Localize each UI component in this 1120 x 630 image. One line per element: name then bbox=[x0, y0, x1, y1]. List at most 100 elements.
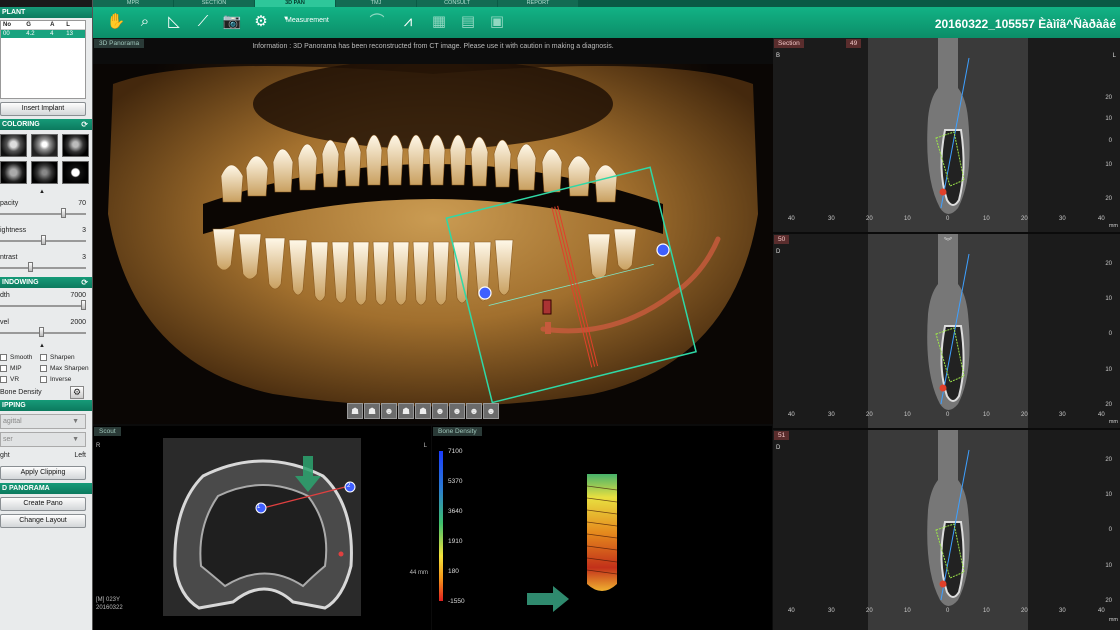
contrast-slider[interactable]: ntrast 3 bbox=[0, 250, 92, 277]
color-preset-5[interactable] bbox=[31, 161, 58, 184]
right-marker: R bbox=[96, 443, 101, 449]
slider-thumb[interactable] bbox=[38, 327, 44, 337]
panorama-view[interactable]: 3D Panorama Information : 3D Panorama ha… bbox=[93, 38, 773, 424]
change-layout-button[interactable]: Change Layout bbox=[0, 514, 86, 528]
slider-thumb[interactable] bbox=[81, 300, 86, 310]
app-window: PLANT No G A L 00 4.2 4 13 Insert Implan… bbox=[0, 0, 1120, 630]
export-icon[interactable]: ▣ bbox=[486, 12, 508, 32]
implant-list[interactable]: No G A L 00 4.2 4 13 bbox=[0, 20, 86, 99]
reset-icon[interactable]: ⟳ bbox=[81, 119, 88, 130]
panoramic-curve-icon[interactable]: ⩘ bbox=[397, 12, 419, 32]
right-option[interactable]: ght bbox=[0, 452, 10, 459]
color-preset-4[interactable] bbox=[0, 161, 27, 184]
opacity-slider[interactable]: pacity 70 bbox=[0, 196, 92, 223]
vr-checkbox[interactable]: VR bbox=[0, 376, 40, 383]
reset-icon[interactable]: ⟳ bbox=[81, 277, 88, 288]
clipping-side: ght Left bbox=[0, 450, 92, 463]
left-option[interactable]: Left bbox=[74, 452, 86, 459]
collapse-arrow-icon[interactable]: ▲ bbox=[0, 188, 84, 196]
tab-mpr[interactable]: MPR bbox=[93, 0, 173, 7]
density-implant-rendering bbox=[527, 474, 618, 612]
preset-view-3-icon[interactable]: ☻ bbox=[381, 403, 397, 419]
brand-strip bbox=[0, 0, 92, 7]
brightness-slider[interactable]: ightness 3 bbox=[0, 223, 92, 250]
section-rendering bbox=[868, 38, 1028, 232]
slider-thumb[interactable] bbox=[60, 208, 66, 218]
measurement-label[interactable]: Measurement bbox=[286, 17, 329, 24]
clipping-mode-select[interactable]: ser ▼ bbox=[0, 432, 86, 447]
section-number: 51 bbox=[774, 431, 790, 440]
preset-view-7-icon[interactable]: ☻ bbox=[449, 403, 465, 419]
preset-view-9-icon[interactable]: ☻ bbox=[483, 403, 499, 419]
preset-view-1-icon[interactable]: ☗ bbox=[347, 403, 363, 419]
apply-clipping-button[interactable]: Apply Clipping bbox=[0, 466, 86, 480]
color-preset-3[interactable] bbox=[62, 134, 89, 157]
panorama-header: D PANORAMA bbox=[0, 483, 92, 494]
curve-icon[interactable]: ⟋ bbox=[192, 12, 214, 32]
marker-2[interactable]: 2 bbox=[347, 483, 350, 489]
gear-icon[interactable]: ⚙ bbox=[70, 386, 84, 399]
tab-report[interactable]: REPORT bbox=[498, 0, 578, 7]
bone-density-view[interactable]: Bone Density 7100 5370 3640 1910 180 -15… bbox=[432, 426, 772, 630]
max-sharpen-checkbox[interactable]: Max Sharpen bbox=[40, 365, 90, 372]
chevron-down-icon: ▼ bbox=[72, 436, 79, 443]
side-marker: D bbox=[776, 249, 781, 255]
patient-meta: [M] 023Y 20160322 bbox=[96, 597, 123, 611]
slider-thumb[interactable] bbox=[40, 235, 46, 245]
col-a: A bbox=[48, 21, 65, 30]
width-slider[interactable]: dth 7000 bbox=[0, 288, 92, 315]
scale-label: 44 mm bbox=[409, 570, 428, 576]
create-pano-button[interactable]: Create Pano bbox=[0, 497, 86, 511]
section-number: 50 bbox=[774, 235, 790, 244]
preset-view-5-icon[interactable]: ☗ bbox=[415, 403, 431, 419]
section-view-1[interactable]: Section 49 B L 20 10 0 10 20 40 30 20 10… bbox=[773, 38, 1120, 232]
color-preset-2[interactable] bbox=[31, 134, 58, 157]
panorama-image bbox=[93, 59, 773, 424]
zoom-icon[interactable]: ⌕ bbox=[134, 12, 156, 32]
chevron-down-icon: ▼ bbox=[72, 418, 79, 425]
tab-tmj[interactable]: TMJ bbox=[336, 0, 416, 7]
angle-icon[interactable]: ◺ bbox=[163, 12, 185, 32]
render-options: Smooth Sharpen MIP Max Sharpen VR Invers… bbox=[0, 350, 92, 386]
slider-thumb[interactable] bbox=[28, 262, 34, 272]
implant-row[interactable]: 00 4.2 4 13 bbox=[1, 29, 85, 38]
preset-view-4-icon[interactable]: ☗ bbox=[398, 403, 414, 419]
section-rendering bbox=[868, 430, 1028, 630]
tab-3d-pan[interactable]: 3D PAN bbox=[255, 0, 335, 7]
color-preset-6[interactable] bbox=[62, 161, 89, 184]
case-id: 20160322_105557 Èàìîã^Ñàðàâé bbox=[934, 17, 1116, 31]
marker-1[interactable]: 1 bbox=[257, 504, 260, 510]
image-icon[interactable]: ▦ bbox=[428, 12, 450, 32]
preset-view-2-icon[interactable]: ☗ bbox=[364, 403, 380, 419]
insert-implant-button[interactable]: Insert Implant bbox=[0, 102, 86, 116]
scout-rendering bbox=[163, 438, 361, 616]
color-preset-1[interactable] bbox=[0, 134, 27, 157]
camera-icon[interactable]: 📷 bbox=[221, 12, 243, 32]
section-rendering: ︾ bbox=[868, 234, 1028, 428]
capture-settings-icon[interactable]: ⚙ bbox=[250, 12, 272, 32]
tab-consult[interactable]: CONSULT bbox=[417, 0, 497, 7]
pano-view-presets: ☗ ☗ ☻ ☗ ☗ ☻ ☻ ☻ ☻ bbox=[347, 403, 499, 419]
nerve-icon[interactable]: ⌒ bbox=[366, 12, 388, 32]
section-view-2[interactable]: ︾ 50 D 20 10 0 10 20 40 30 20 10 0 10 20… bbox=[773, 234, 1120, 428]
info-banner: Information : 3D Panorama has been recon… bbox=[252, 43, 614, 50]
tab-section[interactable]: SECTION bbox=[174, 0, 254, 7]
side-marker: B bbox=[776, 53, 781, 59]
layout-icon[interactable]: ▤ bbox=[457, 12, 479, 32]
sharpen-checkbox[interactable]: Sharpen bbox=[40, 354, 90, 361]
inverse-checkbox[interactable]: Inverse bbox=[40, 376, 90, 383]
view-label: Scout bbox=[94, 427, 121, 436]
smooth-checkbox[interactable]: Smooth bbox=[0, 354, 40, 361]
clipping-plane-select[interactable]: agittal ▼ bbox=[0, 414, 86, 429]
preset-view-8-icon[interactable]: ☻ bbox=[466, 403, 482, 419]
scout-view[interactable]: Scout R L 44 mm [M] 023Y 20160322 1 2 bbox=[93, 426, 431, 630]
hand-icon[interactable]: ✋ bbox=[105, 12, 127, 32]
section-view-3[interactable]: 51 D 20 10 0 10 20 40 30 20 10 0 10 20 3… bbox=[773, 430, 1120, 630]
windowing-header: INDOWING ⟳ bbox=[0, 277, 92, 288]
col-l: L bbox=[64, 21, 85, 30]
collapse-arrow-icon[interactable]: ▲ bbox=[0, 342, 84, 350]
level-slider[interactable]: vel 2000 bbox=[0, 315, 92, 342]
preset-view-6-icon[interactable]: ☻ bbox=[432, 403, 448, 419]
bone-density-row: Bone Density ⚙ bbox=[0, 386, 92, 400]
mip-checkbox[interactable]: MIP bbox=[0, 365, 40, 372]
